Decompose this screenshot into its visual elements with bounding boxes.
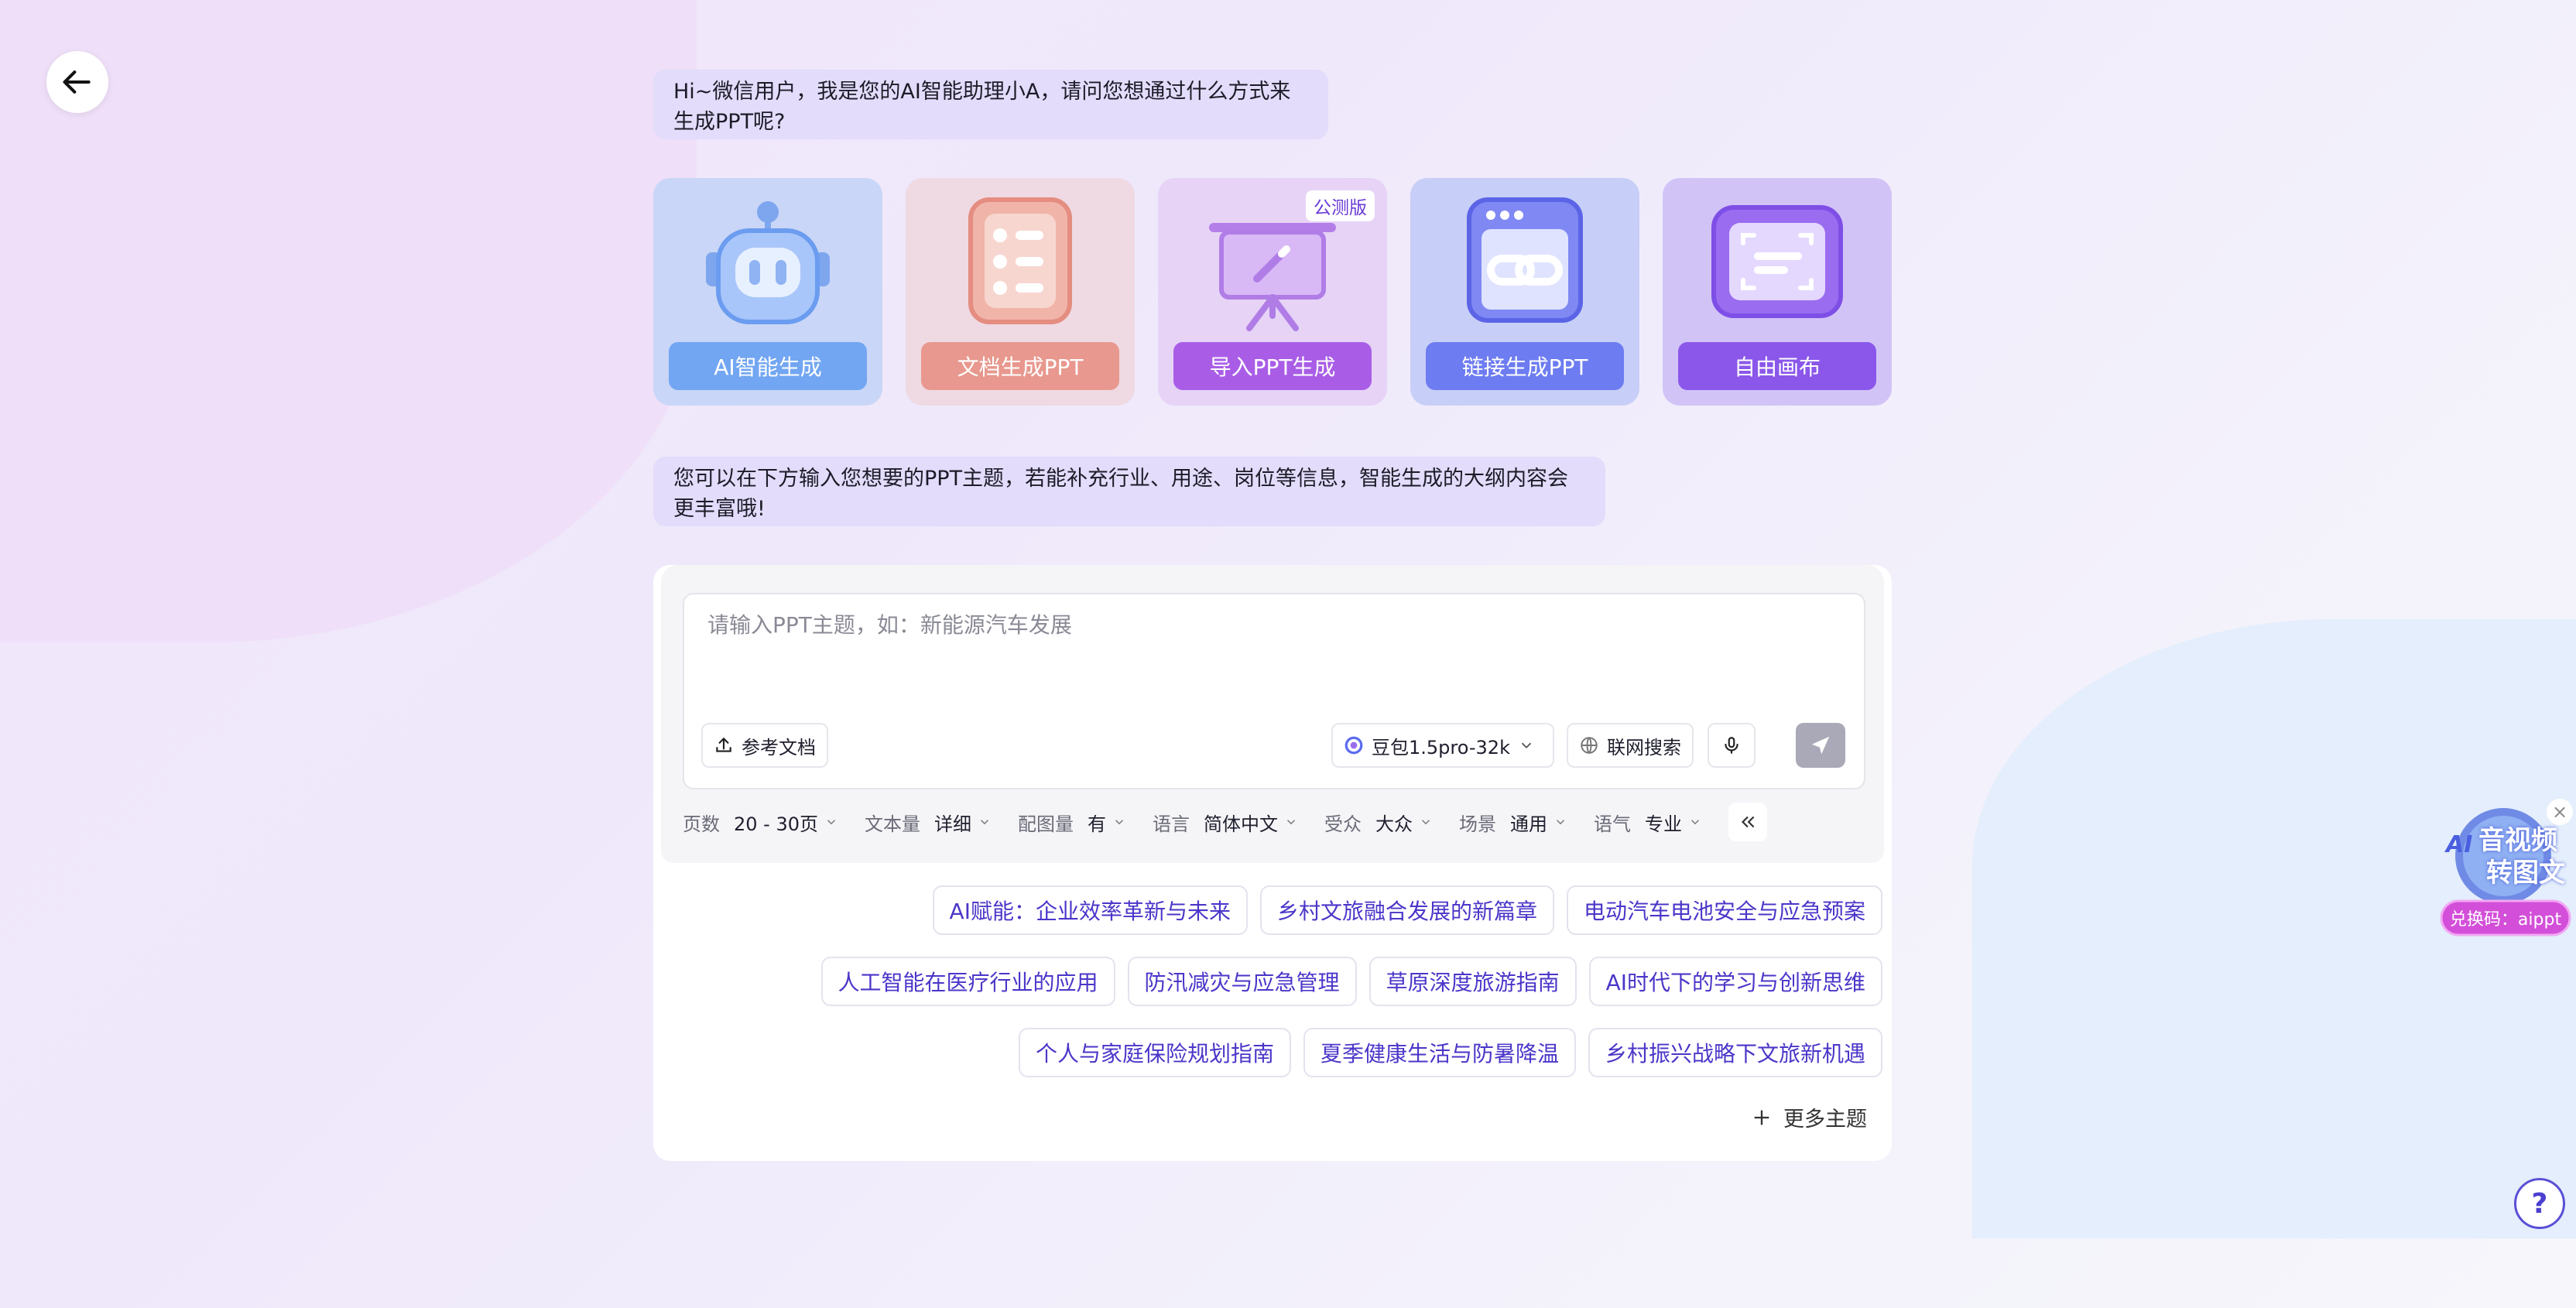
chevron-down-icon xyxy=(1286,820,1296,825)
topic-chip[interactable]: 乡村振兴战略下文旅新机遇 xyxy=(1588,1028,1882,1077)
card-link-generate[interactable]: 链接生成PPT xyxy=(1410,178,1639,406)
topic-chip[interactable]: AI时代下的学习与创新思维 xyxy=(1588,957,1882,1006)
promo-code: 兑换码：aippt xyxy=(2449,910,2562,930)
more-topics-button[interactable]: 更多主题 xyxy=(1751,1102,1867,1132)
plus-icon xyxy=(1754,1110,1769,1125)
greeting-text: Hi~微信用户，我是您的AI智能助理小A，请问您想通过什么方式来生成PPT呢? xyxy=(673,80,1291,134)
card-import-ppt[interactable]: 公测版 导入PPT生成 xyxy=(1158,178,1387,406)
topic-row: AI赋能：企业效率革新与未来 乡村文旅融合发展的新篇章 电动汽车电池安全与应急预… xyxy=(675,885,1882,935)
reference-doc-button[interactable]: 参考文档 xyxy=(701,723,828,768)
upload-icon xyxy=(716,737,731,752)
chevron-down-icon xyxy=(1115,820,1124,825)
hint-text: 您可以在下方输入您想要的PPT主题，若能补充行业、用途、岗位等信息，智能生成的大… xyxy=(673,467,1569,521)
chevron-down-icon xyxy=(980,820,989,825)
reference-doc-label: 参考文档 xyxy=(742,736,816,758)
promo-line2: 转图文 xyxy=(2486,858,2565,889)
chevron-down-icon xyxy=(827,820,836,825)
topic-input[interactable] xyxy=(706,611,1793,639)
web-search-label: 联网搜索 xyxy=(1607,736,1681,758)
topic-chip[interactable]: 夏季健康生活与防暑降温 xyxy=(1303,1028,1576,1077)
topic-chip[interactable]: 电动汽车电池安全与应急预案 xyxy=(1566,885,1882,935)
collapse-settings-button[interactable] xyxy=(1728,803,1767,841)
card-label: 文档生成PPT xyxy=(921,342,1119,390)
setting-tone[interactable]: 语气 专业 xyxy=(1594,809,1702,836)
globe-icon xyxy=(1581,737,1598,754)
back-button[interactable] xyxy=(46,51,108,113)
input-area: 参考文档 豆包1.5pro-32k 联网搜索 页数 20 - 30页 xyxy=(661,565,1884,863)
setting-key: 语气 xyxy=(1594,813,1631,835)
topic-chip[interactable]: 防汛减灾与应急管理 xyxy=(1127,957,1357,1006)
presentation-board-icon xyxy=(1195,192,1350,331)
paper-plane-icon xyxy=(1811,736,1830,755)
setting-value: 专业 xyxy=(1645,813,1682,835)
setting-language[interactable]: 语言 简体中文 xyxy=(1153,809,1298,836)
greeting-bubble: Hi~微信用户，我是您的AI智能助理小A，请问您想通过什么方式来生成PPT呢? xyxy=(653,70,1328,139)
setting-key: 受众 xyxy=(1324,813,1362,835)
card-doc-generate[interactable]: 文档生成PPT xyxy=(906,178,1135,406)
setting-key: 语言 xyxy=(1153,813,1190,835)
topic-row: 人工智能在医疗行业的应用 防汛减灾与应急管理 草原深度旅游指南 AI时代下的学习… xyxy=(675,957,1882,1006)
card-label: 链接生成PPT xyxy=(1426,342,1624,390)
setting-audience[interactable]: 受众 大众 xyxy=(1324,809,1433,836)
web-search-toggle[interactable]: 联网搜索 xyxy=(1567,723,1694,768)
chevron-down-icon xyxy=(1521,742,1532,749)
card-label: 自由画布 xyxy=(1678,342,1876,390)
card-label: AI智能生成 xyxy=(669,342,867,390)
generation-settings: 页数 20 - 30页 文本量 详细 配图量 有 语言 简体中文 受众 大众 场… xyxy=(683,799,1767,845)
voice-input-button[interactable] xyxy=(1708,723,1756,768)
topic-input-box: 参考文档 豆包1.5pro-32k 联网搜索 xyxy=(683,593,1865,789)
double-chevron-left-icon xyxy=(1741,816,1755,828)
card-label: 导入PPT生成 xyxy=(1173,342,1372,390)
promo-widget[interactable]: × AI 音视频 转图文 兑换码：aippt xyxy=(2437,797,2573,944)
question-mark-icon: ? xyxy=(2531,1187,2548,1220)
card-free-canvas[interactable]: 自由画布 xyxy=(1663,178,1892,406)
model-select[interactable]: 豆包1.5pro-32k xyxy=(1331,723,1554,768)
setting-value: 详细 xyxy=(934,813,971,835)
canvas-frame-icon xyxy=(1700,192,1855,331)
help-button[interactable]: ? xyxy=(2514,1178,2565,1229)
topic-chip[interactable]: 人工智能在医疗行业的应用 xyxy=(820,957,1115,1006)
setting-images[interactable]: 配图量 有 xyxy=(1018,809,1126,836)
setting-key: 场景 xyxy=(1459,813,1496,835)
topic-chip[interactable]: 个人与家庭保险规划指南 xyxy=(1018,1028,1291,1077)
card-ai-generate[interactable]: AI智能生成 xyxy=(653,178,882,406)
setting-key: 配图量 xyxy=(1018,813,1074,835)
setting-value: 20 - 30页 xyxy=(734,813,818,835)
doubao-logo-icon xyxy=(1345,736,1363,755)
arrow-left-icon xyxy=(63,70,91,94)
chevron-down-icon xyxy=(1421,820,1430,825)
setting-scene[interactable]: 场景 通用 xyxy=(1459,809,1567,836)
setting-key: 页数 xyxy=(683,813,720,835)
setting-pages[interactable]: 页数 20 - 30页 xyxy=(683,809,838,836)
input-panel: 参考文档 豆包1.5pro-32k 联网搜索 页数 20 - 30页 xyxy=(653,565,1892,1161)
topic-chip[interactable]: 草原深度旅游指南 xyxy=(1368,957,1577,1006)
promo-ai-badge: AI xyxy=(2446,831,2473,858)
send-button[interactable] xyxy=(1796,723,1845,768)
setting-value: 通用 xyxy=(1510,813,1547,835)
chevron-down-icon xyxy=(1556,820,1565,825)
link-window-icon xyxy=(1447,192,1602,331)
chevron-down-icon xyxy=(1690,820,1700,825)
topic-chip[interactable]: 乡村文旅融合发展的新篇章 xyxy=(1259,885,1554,935)
generation-mode-cards: AI智能生成 文档生成PPT 公测版 导入PPT生成 链接生成PPT 自由画布 xyxy=(653,178,1892,406)
topic-row: 个人与家庭保险规划指南 夏季健康生活与防暑降温 乡村振兴战略下文旅新机遇 xyxy=(675,1028,1882,1077)
setting-value: 有 xyxy=(1088,813,1106,835)
microphone-icon xyxy=(1725,737,1738,754)
hint-bubble: 您可以在下方输入您想要的PPT主题，若能补充行业、用途、岗位等信息，智能生成的大… xyxy=(653,457,1605,526)
model-label: 豆包1.5pro-32k xyxy=(1372,736,1510,758)
suggested-topics: AI赋能：企业效率革新与未来 乡村文旅融合发展的新篇章 电动汽车电池安全与应急预… xyxy=(675,885,1882,1099)
robot-icon xyxy=(690,192,845,331)
setting-value: 大众 xyxy=(1375,813,1413,835)
document-list-icon xyxy=(943,192,1098,331)
setting-value: 简体中文 xyxy=(1204,813,1278,835)
setting-text-amount[interactable]: 文本量 详细 xyxy=(865,809,992,836)
more-topics-label: 更多主题 xyxy=(1783,1108,1867,1132)
topic-chip[interactable]: AI赋能：企业效率革新与未来 xyxy=(932,885,1248,935)
setting-key: 文本量 xyxy=(865,813,920,835)
